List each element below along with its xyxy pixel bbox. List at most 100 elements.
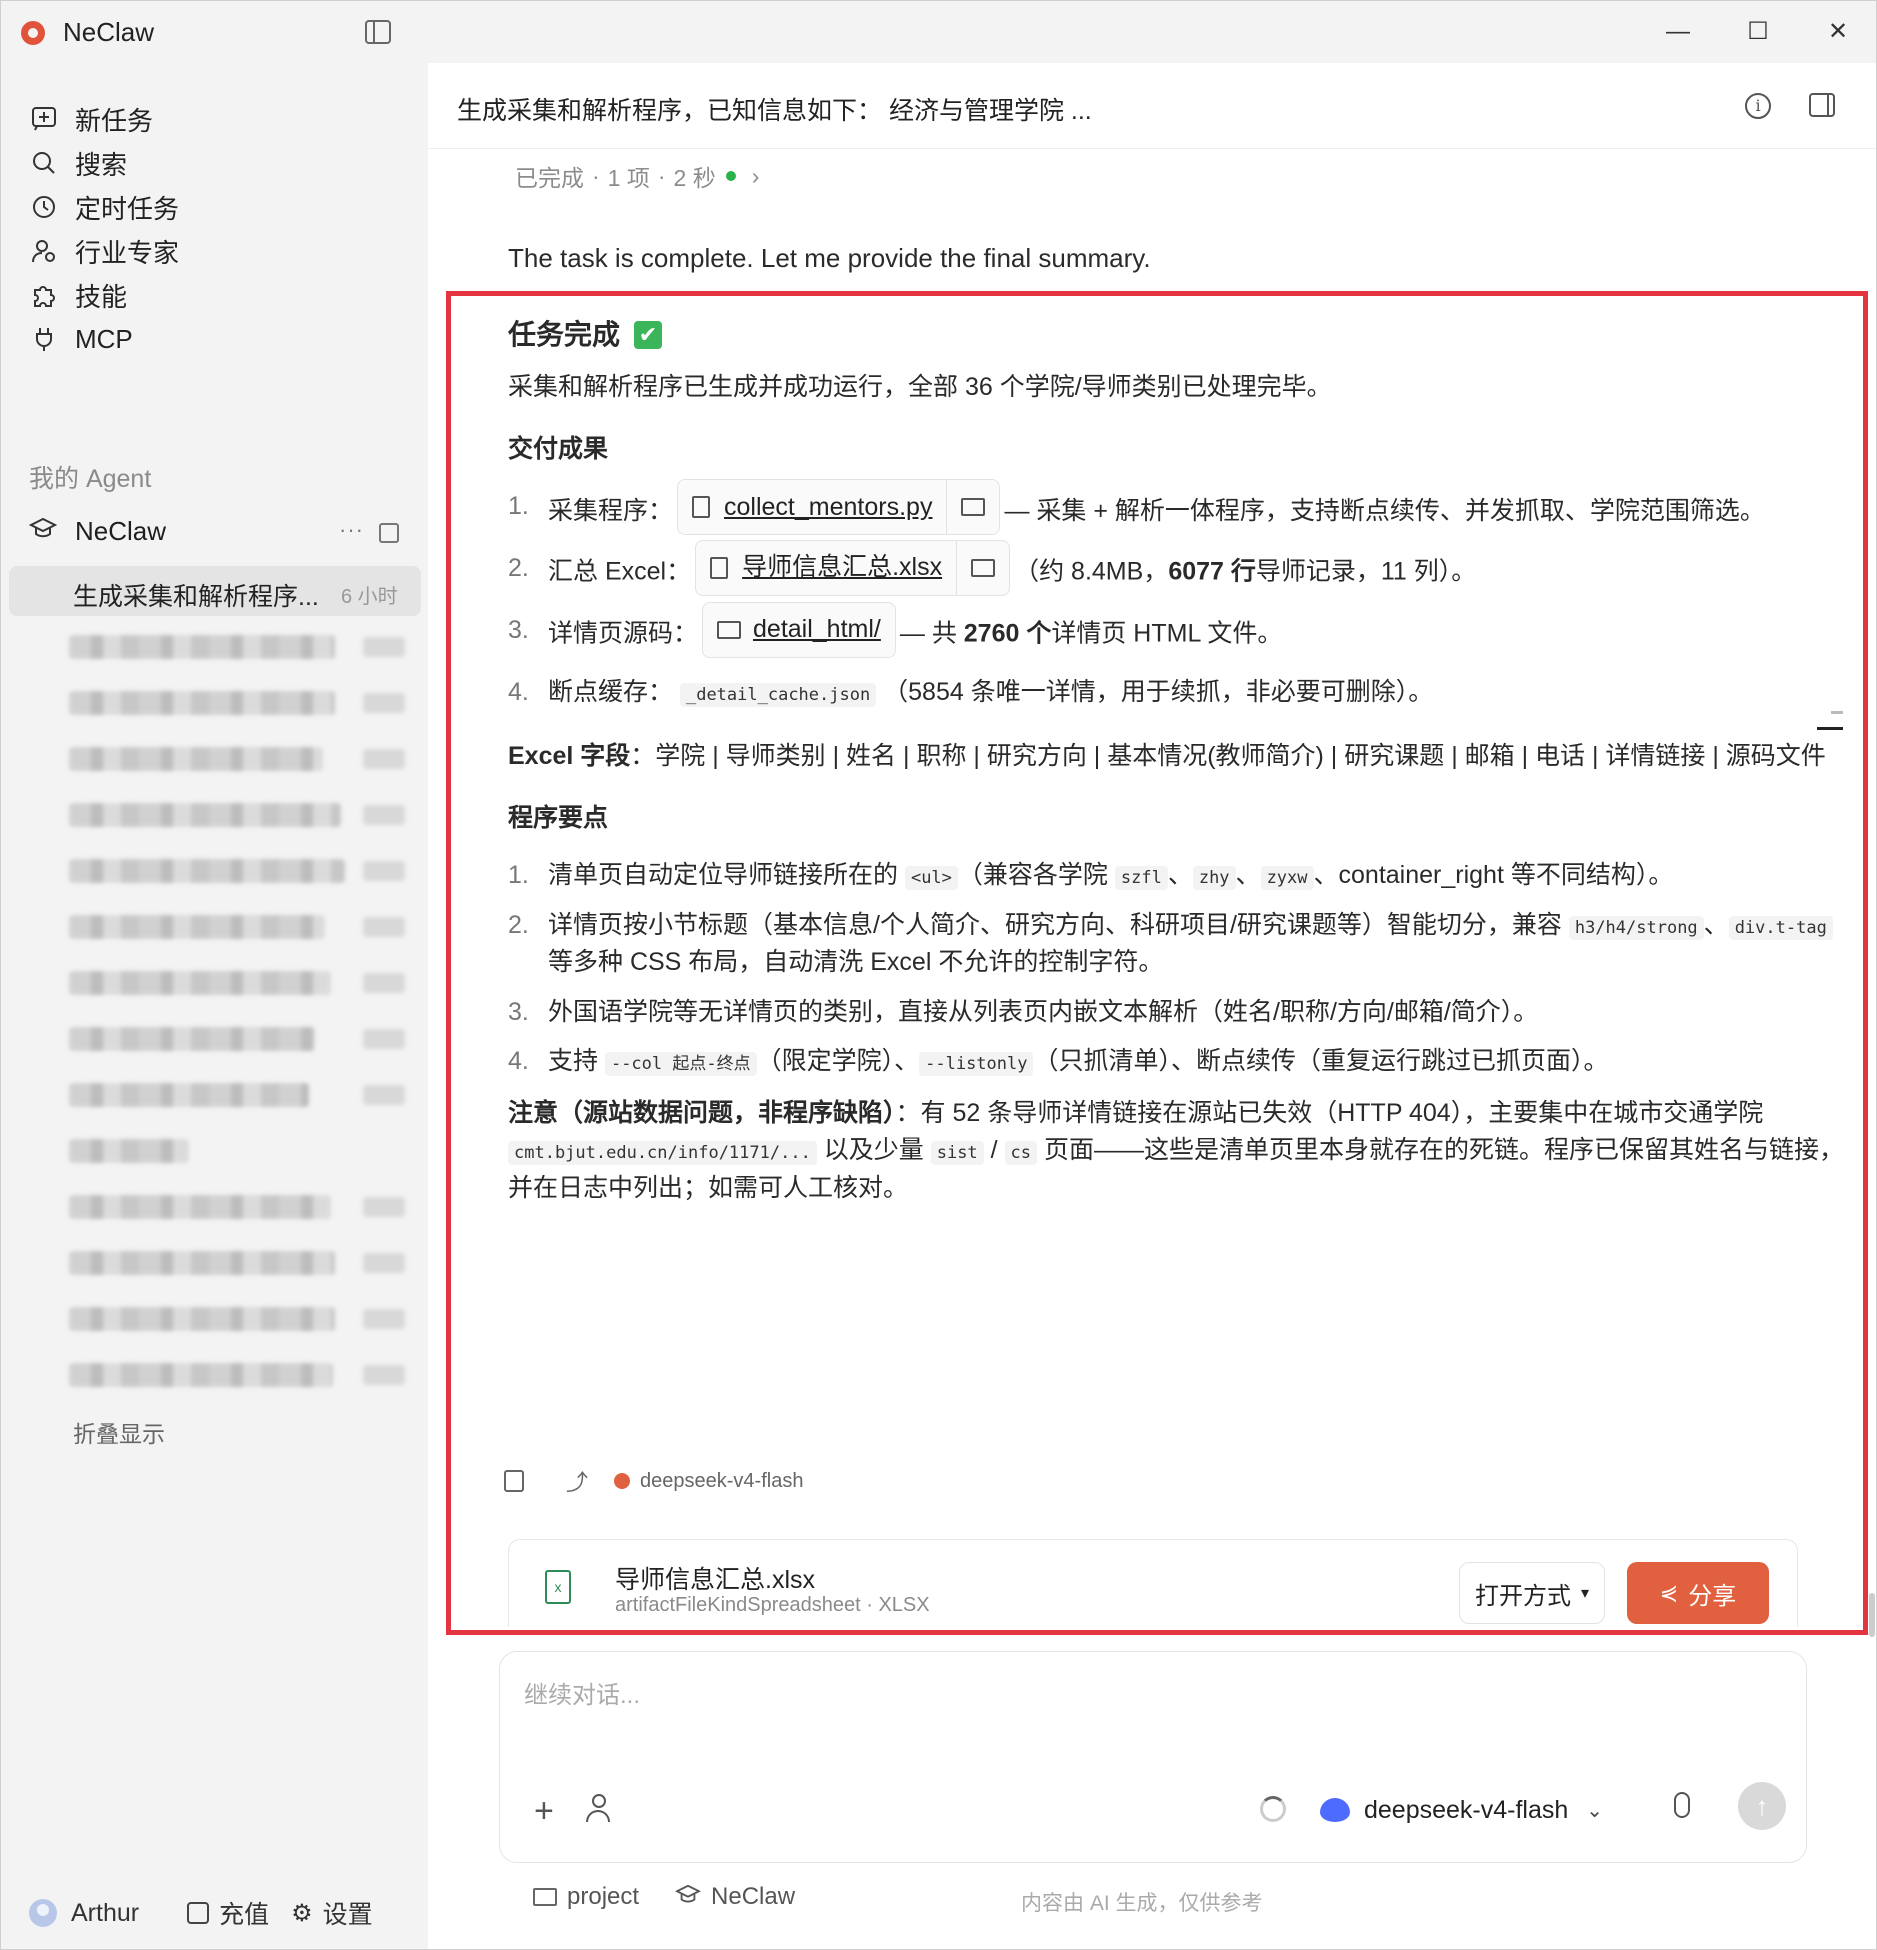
send-button[interactable]: ↑ — [1738, 1782, 1786, 1830]
share-button[interactable]: ⋞ 分享 — [1627, 1562, 1769, 1624]
recharge-label: 充值 — [219, 1901, 270, 1929]
conversation-item-redacted[interactable] — [69, 747, 323, 771]
graduation-cap-icon — [28, 516, 59, 547]
note-paragraph: 注意（源站数据问题，非程序缺陷）：有 52 条导师详情链接在源站已失效（HTTP… — [508, 1095, 1848, 1208]
assistant-lead-text: The task is complete. Let me provide the… — [508, 243, 1151, 273]
conversation-item-redacted[interactable] — [69, 859, 345, 883]
file-chip[interactable]: 导师信息汇总.xlsx — [695, 540, 1011, 596]
sidebar-item-new-task[interactable]: 新任务 — [29, 99, 153, 139]
edit-icon[interactable] — [379, 523, 399, 543]
agent-select-icon[interactable] — [586, 1794, 616, 1824]
model-name: deepseek-v4-flash — [1364, 1795, 1569, 1824]
chip-divider — [946, 479, 948, 536]
folder-link[interactable]: detail_html/ — [753, 611, 881, 649]
open-folder-icon[interactable] — [961, 498, 986, 517]
more-icon[interactable]: ··· — [339, 517, 364, 543]
file-chip[interactable]: collect_mentors.py — [677, 479, 1001, 536]
branch-icon[interactable]: ⤴ — [566, 1465, 588, 1497]
status-dot — [725, 171, 736, 181]
redacted-time — [363, 1197, 405, 1217]
spreadsheet-icon: x — [545, 1570, 571, 1604]
sidebar-item-experts[interactable]: 行业专家 — [29, 231, 179, 271]
scrollbar[interactable] — [1869, 1593, 1875, 1637]
conversation-item-active[interactable]: 生成采集和解析程序... 6 小时 — [9, 566, 421, 616]
redacted-time — [363, 861, 405, 881]
minimize-button[interactable]: — — [1661, 15, 1695, 49]
conversation-item-redacted[interactable] — [69, 1251, 335, 1275]
sidebar-toggle-icon[interactable] — [365, 20, 391, 44]
conversation-item-redacted[interactable] — [69, 691, 335, 715]
chevron-down-icon: ▾ — [1580, 1585, 1590, 1602]
conversation-item-redacted[interactable] — [69, 1027, 315, 1051]
list-emphasis: 2760 个 — [963, 619, 1052, 648]
excel-fields-label: Excel 字段 — [508, 742, 631, 770]
side-panel-icon[interactable] — [1809, 93, 1835, 117]
collapse-toggle[interactable]: 折叠显示 — [73, 1415, 165, 1449]
settings-button[interactable]: ⚙ 设置 — [291, 1895, 373, 1931]
model-selector[interactable]: deepseek-v4-flash ⌄ — [1320, 1786, 1603, 1834]
minimap-mark — [1831, 711, 1843, 714]
list-item: 3. 外国语学院等无详情页的类别，直接从列表页内嵌文本解析（姓名/职称/方向/邮… — [508, 986, 1848, 1032]
list-label: 采集程序： — [548, 497, 674, 525]
avatar[interactable] — [29, 1899, 57, 1927]
inline-code: szfl — [1114, 866, 1168, 890]
redacted-time — [363, 1253, 405, 1273]
folder-chip[interactable]: detail_html/ — [702, 602, 896, 658]
composer: + deepseek-v4-flash ⌄ ↑ — [499, 1651, 1807, 1863]
chevron-right-icon: › — [751, 162, 760, 189]
file-link[interactable]: 导师信息汇总.xlsx — [742, 549, 942, 587]
list-number: 4. — [508, 1047, 529, 1075]
conversation-item-redacted[interactable] — [69, 915, 325, 939]
sidebar-item-scheduled[interactable]: 定时任务 — [29, 187, 179, 227]
point-text: 、 — [1235, 861, 1261, 889]
info-icon[interactable]: i — [1745, 93, 1771, 119]
conversation-item-redacted[interactable] — [69, 1083, 309, 1107]
composer-footer: project NeClaw — [533, 1883, 795, 1911]
sidebar-item-mcp[interactable]: MCP — [29, 319, 133, 359]
conversation-item-redacted[interactable] — [69, 1307, 335, 1331]
list-label: 详情页源码： — [548, 619, 699, 648]
agent-selector[interactable]: NeClaw — [711, 1883, 795, 1911]
open-with-button[interactable]: 打开方式 ▾ — [1459, 1562, 1605, 1624]
copy-icon[interactable] — [504, 1470, 524, 1492]
recharge-button[interactable]: 充值 — [187, 1895, 269, 1931]
conversation-item-redacted[interactable] — [69, 1139, 189, 1163]
redacted-time — [363, 917, 405, 937]
close-button[interactable]: ✕ — [1821, 15, 1855, 49]
conversation-item-redacted[interactable] — [69, 635, 335, 659]
task-status[interactable]: 已完成 · 1 项 · 2 秒 › — [515, 159, 759, 193]
status-count: 1 项 — [607, 165, 650, 191]
agent-name: NeClaw — [75, 515, 167, 546]
title-bar: NeClaw — ☐ ✕ — [1, 1, 1876, 63]
app-window: NeClaw — ☐ ✕ 新任务 搜索 定时任务 行业专家 技能 MCP 我的 … — [0, 0, 1877, 1950]
conversation-item-redacted[interactable] — [69, 803, 341, 827]
maximize-button[interactable]: ☐ — [1741, 15, 1775, 49]
message-model-label: deepseek-v4-flash — [640, 1469, 804, 1492]
chat-input[interactable] — [524, 1666, 1624, 1726]
artifact-card[interactable]: x 导师信息汇总.xlsx artifactFileKindSpreadshee… — [508, 1539, 1798, 1627]
microphone-icon[interactable] — [1674, 1792, 1690, 1818]
redacted-time — [363, 749, 405, 769]
sidebar-item-search[interactable]: 搜索 — [29, 143, 127, 183]
conversation-item-redacted[interactable] — [69, 1195, 331, 1219]
file-link[interactable]: collect_mentors.py — [724, 484, 932, 530]
conversation-item-redacted[interactable] — [69, 1363, 333, 1387]
user-name[interactable]: Arthur — [71, 1899, 139, 1928]
sidebar-item-skills[interactable]: 技能 — [29, 275, 127, 315]
list-number: 2. — [508, 910, 529, 939]
note-text: ：有 52 条导师详情链接在源站已失效（HTTP 404），主要集中在城市交通学… — [895, 1098, 1764, 1127]
list-description: — 采集 + 解析一体程序，支持断点续传、并发抓取、学院范围筛选。 — [1004, 497, 1765, 525]
project-selector[interactable]: project — [567, 1883, 639, 1911]
point-text: （限定学院）、 — [756, 1047, 920, 1075]
redacted-time — [363, 805, 405, 825]
minimap-current[interactable] — [1817, 727, 1843, 730]
folder-icon — [717, 621, 742, 639]
redacted-time — [363, 1029, 405, 1049]
add-attachment-button[interactable]: + — [534, 1794, 554, 1828]
file-icon — [692, 496, 711, 519]
open-folder-icon[interactable] — [971, 559, 996, 577]
conversation-item-redacted[interactable] — [69, 971, 331, 995]
point-text: 、 — [1703, 910, 1729, 939]
point-text: （只抓清单）、断点续传（重复运行跳过已抓页面）。 — [1033, 1047, 1609, 1075]
share-icon: ⋞ — [1659, 1580, 1679, 1605]
